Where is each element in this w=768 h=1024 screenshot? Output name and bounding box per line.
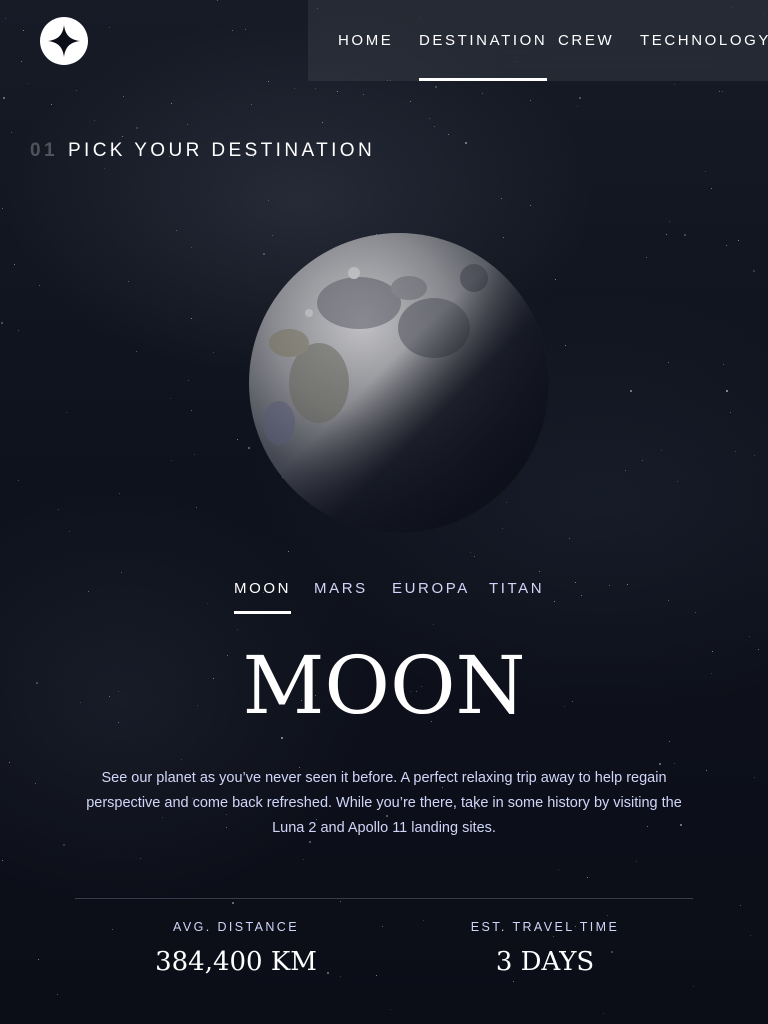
destination-name: MOON xyxy=(242,639,526,732)
nav-item-label: CREW xyxy=(558,32,615,49)
logo-home-link[interactable] xyxy=(40,17,88,65)
stat-distance-label: AVG. DISTANCE xyxy=(173,920,299,934)
tab-europa[interactable]: EUROPA xyxy=(392,580,470,614)
nav-item-label: HOME xyxy=(338,32,394,49)
stat-travel-label: EST. TRAVEL TIME xyxy=(470,920,620,934)
divider xyxy=(75,898,693,899)
nav-item-label: TECHNOLOGY xyxy=(640,32,768,49)
page-heading-number: 01 xyxy=(30,140,58,161)
nav-item-technology[interactable]: 03 TECHNOLOGY xyxy=(640,0,768,81)
moon-image xyxy=(249,233,549,533)
stat-travel-time: EST. TRAVEL TIME 3 DAYS xyxy=(395,918,695,978)
tab-moon[interactable]: MOON xyxy=(234,580,292,614)
page-heading-text: PICK YOUR DESTINATION xyxy=(67,140,376,161)
nav-item-home[interactable]: 00 HOME xyxy=(338,0,393,81)
nav-item-crew[interactable]: 02 CREW xyxy=(558,0,614,81)
stat-distance: AVG. DISTANCE 384,400 KM xyxy=(86,918,386,978)
stat-travel-value: 3 DAYS xyxy=(495,947,595,977)
nav-item-destination[interactable]: 01 DESTINATION xyxy=(419,0,548,81)
page-heading: 01 PICK YOUR DESTINATION xyxy=(30,140,375,162)
nav-item-label: DESTINATION xyxy=(419,32,548,49)
tab-titan[interactable]: TITAN xyxy=(489,580,544,614)
star-icon xyxy=(48,25,80,57)
stat-distance-value: 384,400 KM xyxy=(155,947,317,977)
primary-navigation: 00 HOME 01 DESTINATION 02 CREW 03 TECHNO… xyxy=(308,0,768,81)
tab-mars[interactable]: MARS xyxy=(314,580,368,614)
destination-description: See our planet as you’ve never seen it b… xyxy=(86,770,682,836)
